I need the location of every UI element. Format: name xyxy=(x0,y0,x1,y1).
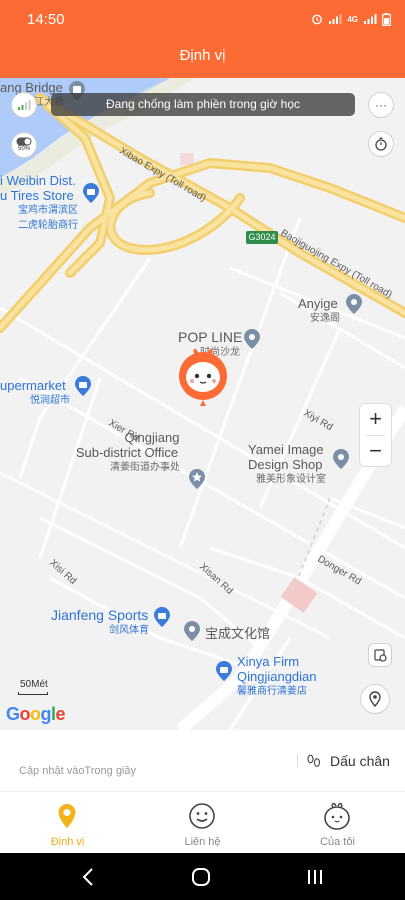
shop-pin-icon[interactable] xyxy=(80,182,102,204)
nav-tab-contacts[interactable]: Liên hệ xyxy=(135,793,270,853)
label-qingjiang: Qingjiang Sub-district Office 清姜街道办事处 xyxy=(75,430,180,473)
signal-icon xyxy=(329,14,342,24)
alarm-icon xyxy=(312,14,323,25)
nav-tab-location[interactable]: Định vị xyxy=(0,793,135,853)
battery-icon xyxy=(382,12,391,26)
stopwatch-icon xyxy=(375,137,387,151)
back-icon[interactable] xyxy=(80,867,96,887)
map-block-pink-2 xyxy=(180,153,194,165)
label-anyige: Anyige 安逸阁 xyxy=(298,296,340,324)
signal-bars-icon xyxy=(18,100,31,110)
signal-strength-button[interactable] xyxy=(11,92,37,118)
do-not-disturb-banner: Đang chống làm phiền trong giờ học xyxy=(51,93,355,116)
place-pin-icon[interactable] xyxy=(330,448,352,470)
current-location-marker[interactable] xyxy=(176,346,230,412)
label-jianfeng: Jianfeng Sports 剑风体育 xyxy=(51,607,149,637)
system-nav-bar xyxy=(0,853,405,900)
footprint-icon xyxy=(307,754,321,767)
nav-label: Của tôi xyxy=(320,836,355,848)
place-pin-icon[interactable] xyxy=(343,293,365,315)
place-pin-icon[interactable] xyxy=(241,328,263,350)
label-baocheng: 宝成文化馆 xyxy=(205,626,271,641)
nav-label: Liên hệ xyxy=(184,836,221,848)
update-time-text: Cập nhật vàoTrong giây xyxy=(19,765,136,777)
status-icons: 4G xyxy=(311,10,391,28)
timer-button[interactable] xyxy=(368,131,394,157)
government-pin-icon[interactable] xyxy=(186,468,208,490)
app-root: 14:50 4G Định vị G3024 ang Bridge 江大桥 i … xyxy=(0,0,405,900)
battery-status-button[interactable]: 50% xyxy=(11,132,37,158)
signal-icon-2 xyxy=(364,14,377,24)
label-xinya: Xinya Firm Qingjiangdian 馨雅商行清姜店 xyxy=(237,654,317,697)
smiley-icon xyxy=(189,803,215,829)
top-header: 14:50 4G Định vị xyxy=(0,0,405,78)
zoom-out-button[interactable]: − xyxy=(360,436,391,467)
update-status-row: Cập nhật vàoTrong giây Dấu chân xyxy=(0,730,405,792)
shop-pin-icon[interactable] xyxy=(72,375,94,397)
map-scale-bar xyxy=(18,692,48,695)
ellipsis-icon: ··· xyxy=(375,98,387,112)
sports-pin-icon[interactable] xyxy=(151,606,173,628)
label-weibin: i Weibin Dist. u Tires Store 宝鸡市渭滨区 二虎轮胎商行 xyxy=(0,173,78,231)
map-view[interactable]: G3024 ang Bridge 江大桥 i Weibin Dist. u Tire… xyxy=(0,78,405,730)
label-yamei: Yamei Image Design Shop 雅美形象设计室 xyxy=(248,442,326,485)
footprint-label: Dấu chân xyxy=(330,753,390,769)
page-title: Định vị xyxy=(179,47,226,64)
nav-tab-profile[interactable]: Của tôi xyxy=(270,793,405,853)
bottom-navigation: Định vị Liên hệ Của tôi xyxy=(0,793,405,853)
nav-label: Định vị xyxy=(50,836,85,848)
vertical-divider xyxy=(297,754,298,768)
label-supermarket: upermarket 悦润超市 xyxy=(0,378,70,406)
battery-percent: 50% xyxy=(17,146,30,152)
status-time: 14:50 xyxy=(27,11,65,28)
location-pin-icon xyxy=(369,691,381,707)
google-logo: Google xyxy=(6,704,66,724)
location-tab-icon xyxy=(58,804,76,828)
zoom-in-button[interactable]: + xyxy=(360,404,391,435)
recent-apps-icon[interactable] xyxy=(305,867,325,887)
mascot-profile-icon xyxy=(324,802,350,830)
highway-shield: G3024 xyxy=(246,231,278,244)
history-button[interactable] xyxy=(368,643,392,667)
network-type: 4G xyxy=(347,14,358,24)
more-options-button[interactable]: ··· xyxy=(368,92,394,118)
home-icon[interactable] xyxy=(191,867,211,887)
footprint-button[interactable]: Dấu chân xyxy=(306,753,390,769)
zoom-controls: + − xyxy=(359,403,392,467)
my-location-button[interactable] xyxy=(360,684,390,714)
battery-toggle-icon xyxy=(16,137,32,146)
place-pin-icon[interactable] xyxy=(181,620,203,642)
shop-pin-icon[interactable] xyxy=(213,660,235,682)
history-route-icon xyxy=(374,649,387,662)
map-scale-label: 50Mét xyxy=(20,679,48,690)
